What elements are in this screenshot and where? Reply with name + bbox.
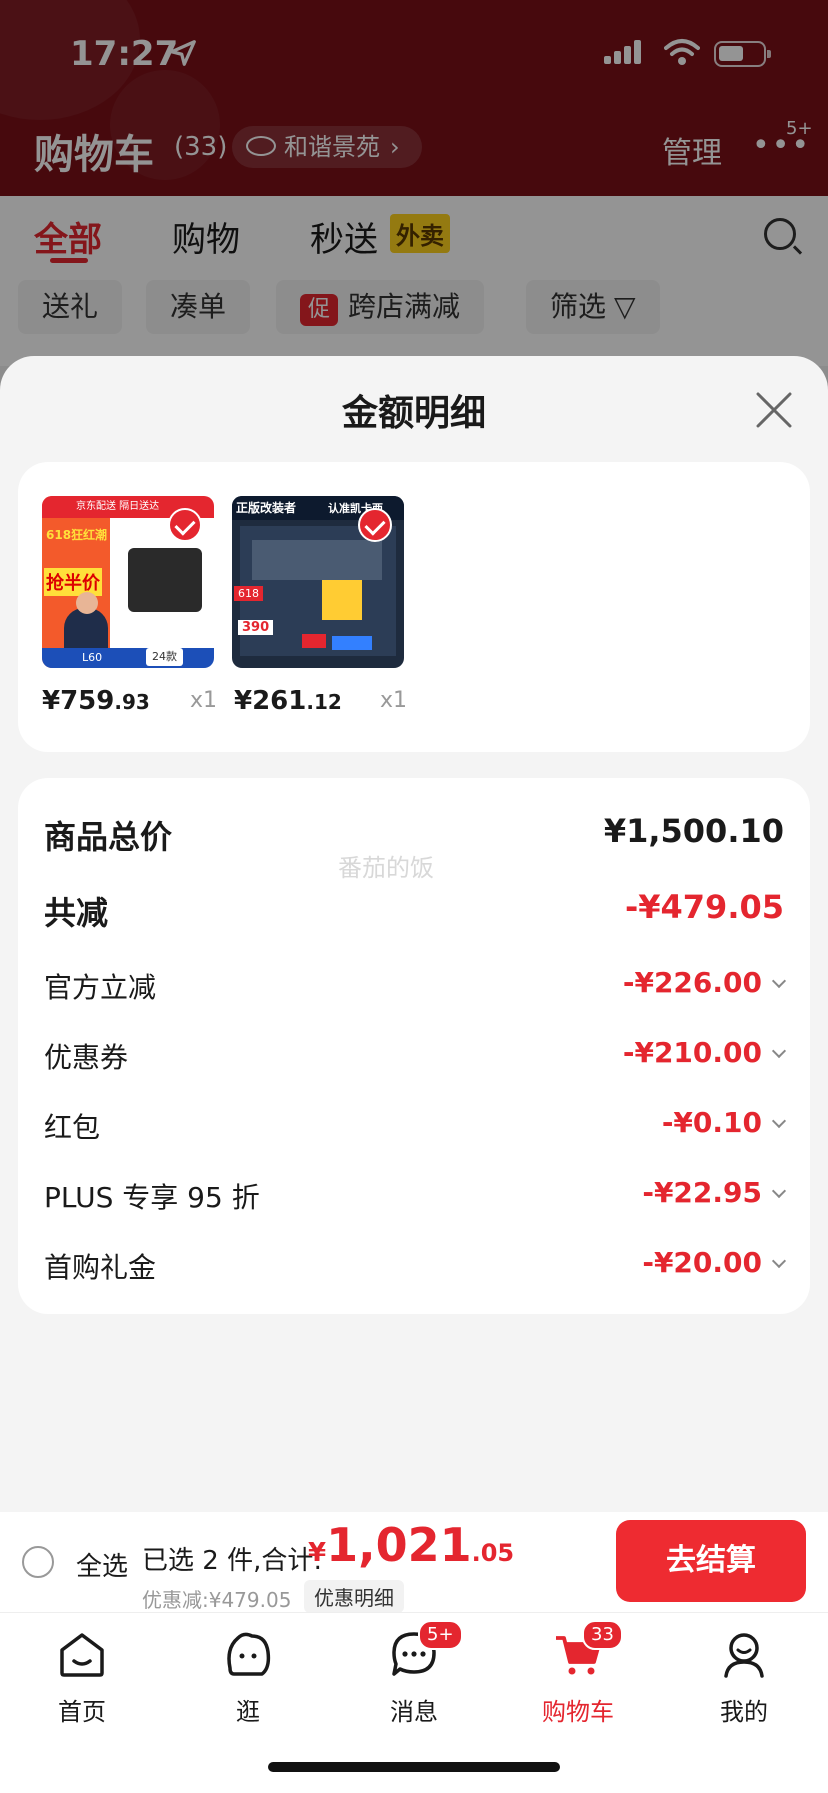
tabbar-label: 购物车 [542,1698,614,1726]
row-coupon[interactable]: -¥210.00 [622,1036,787,1069]
price-int: ¥759 [42,686,115,716]
home-indicator [268,1762,560,1772]
product-price: ¥759.93 [42,686,150,716]
chevron-down-icon [771,1183,787,1199]
row-value-subtotal: ¥1,500.10 [603,812,784,850]
chevron-down-icon [771,1043,787,1059]
row-first-purchase[interactable]: -¥20.00 [642,1246,787,1279]
product-promo-text: 390 [238,620,274,635]
mascot-icon [227,1632,271,1676]
select-all-radio[interactable] [22,1546,54,1578]
tabbar-label: 我的 [720,1698,768,1726]
row-plus[interactable]: -¥22.95 [642,1176,787,1209]
product-model-text: L60 [42,648,214,668]
message-badge: 5+ [418,1620,463,1650]
row-value: -¥22.95 [642,1176,762,1209]
chevron-down-icon [771,1113,787,1129]
row-label-coupon: 优惠券 [44,1041,129,1074]
discount-detail-button[interactable]: 优惠明细 [304,1580,404,1613]
cart-badge: 33 [582,1620,623,1650]
row-value: -¥0.10 [661,1106,762,1139]
total-dec: .05 [471,1539,515,1567]
product-variant-text: 24款 [146,648,183,666]
tabbar-item-profile[interactable]: 我的 [684,1628,804,1727]
tabbar-item-browse[interactable]: 逛 [188,1628,308,1727]
row-value-total-discount: -¥479.05 [624,888,784,926]
modal-backdrop[interactable] [0,0,828,400]
tabbar-label: 逛 [236,1698,260,1726]
product-qty: x1 [380,688,408,713]
row-label-plus: PLUS 专享 95 折 [44,1181,260,1214]
sheet-title: 金额明细 [341,393,486,434]
row-label-red-packet: 红包 [44,1111,101,1144]
chevron-down-icon [771,973,787,989]
discount-summary: 优惠减:¥479.05 [142,1588,292,1612]
tabbar-label: 首页 [58,1698,106,1726]
product-qty: x1 [190,688,218,713]
row-label-official-discount: 官方立减 [44,971,157,1004]
row-label-first-purchase: 首购礼金 [44,1251,157,1284]
tabbar-item-home[interactable]: 首页 [22,1628,142,1727]
price-dec: .93 [114,690,150,714]
chevron-down-icon [771,1253,787,1269]
home-icon [60,1633,104,1677]
price-int: ¥261 [234,686,307,716]
select-all-label[interactable]: 全选 [76,1546,128,1583]
tabbar-label: 消息 [390,1698,438,1726]
selected-count-text: 已选 2 件,合计: [142,1546,323,1576]
price-dec: .12 [306,690,342,714]
watermark: 番茄的饭 [338,854,434,882]
product-price: ¥261.12 [234,686,342,716]
row-red-packet[interactable]: -¥0.10 [661,1106,787,1139]
product-promo-text: 抢半价 [44,568,102,596]
total-price: ¥1,021.05 [308,1518,514,1572]
selected-check-icon[interactable] [168,508,202,542]
row-value: -¥20.00 [642,1246,762,1279]
row-label-subtotal: 商品总价 [44,818,173,856]
row-value: -¥210.00 [622,1036,762,1069]
total-currency: ¥ [308,1538,327,1568]
row-value: -¥226.00 [622,966,762,999]
product-promo-text: 618狂红潮 [46,528,108,542]
profile-icon [724,1633,764,1678]
selected-check-icon[interactable] [358,508,392,542]
close-icon[interactable] [754,390,794,430]
total-int: 1,021 [326,1518,472,1572]
tabbar-item-messages[interactable]: 5+ 消息 [354,1620,474,1727]
checkout-button[interactable]: 去结算 [616,1520,806,1602]
tabbar-item-cart[interactable]: 33 购物车 [518,1620,638,1727]
row-label-total-discount: 共减 [44,894,109,932]
product-promo-text: 618 [234,586,263,601]
row-official-discount[interactable]: -¥226.00 [622,966,787,999]
